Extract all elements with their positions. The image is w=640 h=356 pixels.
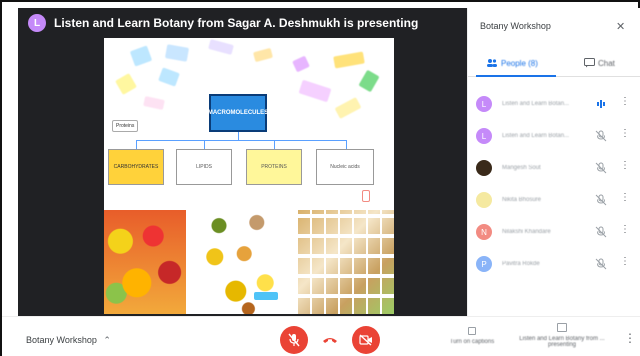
participant-avatar — [476, 160, 492, 176]
slide-sticker — [164, 44, 190, 62]
slide-box-lipids: LIPIDS — [176, 149, 232, 185]
fruits-image — [104, 210, 186, 314]
presenter-banner: L Listen and Learn Botany from Sagar A. … — [18, 8, 467, 38]
more-options-icon[interactable]: ⋮ — [624, 331, 636, 345]
participant-more-icon[interactable]: ⋮ — [620, 96, 630, 107]
end-call-button[interactable] — [316, 326, 344, 354]
speaking-indicator-icon — [594, 97, 608, 111]
participant-avatar: P — [476, 256, 492, 272]
participant-avatar: L — [476, 96, 492, 112]
participant-name: Listen and Learn Botan... — [502, 101, 570, 107]
slide-small-marker — [362, 190, 370, 202]
mic-muted-icon — [594, 129, 608, 143]
slide-tag — [254, 292, 278, 300]
slide-sticker — [143, 96, 165, 110]
connector — [136, 140, 137, 149]
participant-row[interactable]: Nikita Bhosure ⋮ — [476, 188, 636, 212]
bottom-bar: Botany Workshop ⌃ Turn on captions Liste… — [2, 316, 640, 356]
slide-sticker — [333, 51, 365, 69]
participant-row[interactable]: L Listen and Learn Botan... ⋮ — [476, 124, 636, 148]
tab-chat-label: Chat — [598, 58, 615, 68]
participant-avatar: L — [476, 128, 492, 144]
participant-more-icon[interactable]: ⋮ — [620, 192, 630, 203]
presentation-stage: L Listen and Learn Botany from Sagar A. … — [18, 8, 467, 316]
presenting-button[interactable]: Listen and Learn Botany from ... present… — [512, 323, 612, 348]
slide-note: Proteins — [112, 120, 139, 132]
participant-row[interactable]: N Nilakshi Khandare ⋮ — [476, 220, 636, 244]
participant-avatar: N — [476, 224, 492, 240]
participant-row[interactable]: Mangesh Sout ⋮ — [476, 156, 636, 180]
people-icon — [487, 59, 497, 67]
present-icon — [557, 323, 567, 332]
participant-name: Nilakshi Khandare — [502, 229, 551, 235]
connector — [204, 140, 205, 149]
chat-icon — [584, 58, 595, 68]
slide-sticker — [253, 47, 273, 63]
slide-sticker — [115, 73, 137, 95]
mic-muted-icon — [594, 161, 608, 175]
connector — [346, 140, 347, 149]
slide-sticker — [334, 97, 362, 119]
meet-window: L Listen and Learn Botany from Sagar A. … — [0, 0, 640, 356]
slide-sticker — [158, 67, 180, 87]
connector — [238, 132, 239, 140]
tab-chat[interactable]: Chat — [584, 58, 615, 68]
food-grid-image — [298, 210, 394, 314]
presenter-text: Listen and Learn Botany from Sagar A. De… — [54, 16, 419, 30]
presenter-avatar: L — [28, 14, 46, 32]
slide-box-carbohydrates: CARBOHYDRATES — [108, 149, 164, 185]
shared-slide: Proteins MACROMOLECULES CARBOHYDRATES LI… — [104, 38, 394, 314]
tab-people[interactable]: People (8) — [486, 58, 538, 68]
presenting-label: Listen and Learn Botany from ... present… — [519, 336, 605, 348]
participant-more-icon[interactable]: ⋮ — [620, 224, 630, 235]
participant-more-icon[interactable]: ⋮ — [620, 128, 630, 139]
mic-toggle-button[interactable] — [280, 326, 308, 354]
tab-people-label: People (8) — [501, 58, 538, 68]
tab-indicator — [476, 75, 556, 77]
chevron-up-icon: ⌃ — [103, 335, 111, 345]
participant-avatar — [476, 192, 492, 208]
people-panel: Botany Workshop ✕ People (8) Chat L Liste… — [467, 8, 640, 316]
participant-name: Pavitra Rokde — [502, 261, 540, 267]
captions-icon — [468, 327, 476, 335]
participant-name: Nikita Bhosure — [502, 197, 542, 203]
slide-sticker — [129, 45, 153, 67]
mic-muted-icon — [594, 257, 608, 271]
hang-up-icon — [323, 338, 337, 343]
connector — [274, 140, 275, 149]
meeting-name: Botany Workshop — [26, 335, 97, 345]
participant-name: Mangesh Sout — [502, 165, 541, 171]
meeting-details[interactable]: Botany Workshop ⌃ — [26, 335, 111, 346]
participant-more-icon[interactable]: ⋮ — [620, 256, 630, 267]
participant-name: Listen and Learn Botan... — [502, 133, 570, 139]
slide-box-nucleic-acids: Nucleic acids — [316, 149, 374, 185]
participant-more-icon[interactable]: ⋮ — [620, 160, 630, 171]
mic-muted-icon — [594, 225, 608, 239]
captions-label: Turn on captions — [449, 339, 495, 345]
participant-row[interactable]: P Pavitra Rokde ⋮ — [476, 252, 636, 276]
camera-off-icon — [359, 334, 372, 346]
panel-title: Botany Workshop — [480, 21, 551, 31]
camera-toggle-button[interactable] — [352, 326, 380, 354]
captions-button[interactable]: Turn on captions — [442, 327, 502, 345]
mic-off-icon — [288, 333, 300, 347]
connector — [136, 140, 346, 141]
slide-center-label: MACROMOLECULES — [208, 94, 268, 132]
slide-box-proteins: PROTEINS — [246, 149, 302, 185]
close-icon[interactable]: ✕ — [616, 20, 625, 33]
slide-sticker — [208, 39, 234, 55]
mic-muted-icon — [594, 193, 608, 207]
slide-sticker — [358, 69, 380, 93]
slide-sticker — [298, 79, 332, 103]
participant-row[interactable]: L Listen and Learn Botan... ⋮ — [476, 92, 636, 116]
slide-sticker — [292, 55, 310, 73]
